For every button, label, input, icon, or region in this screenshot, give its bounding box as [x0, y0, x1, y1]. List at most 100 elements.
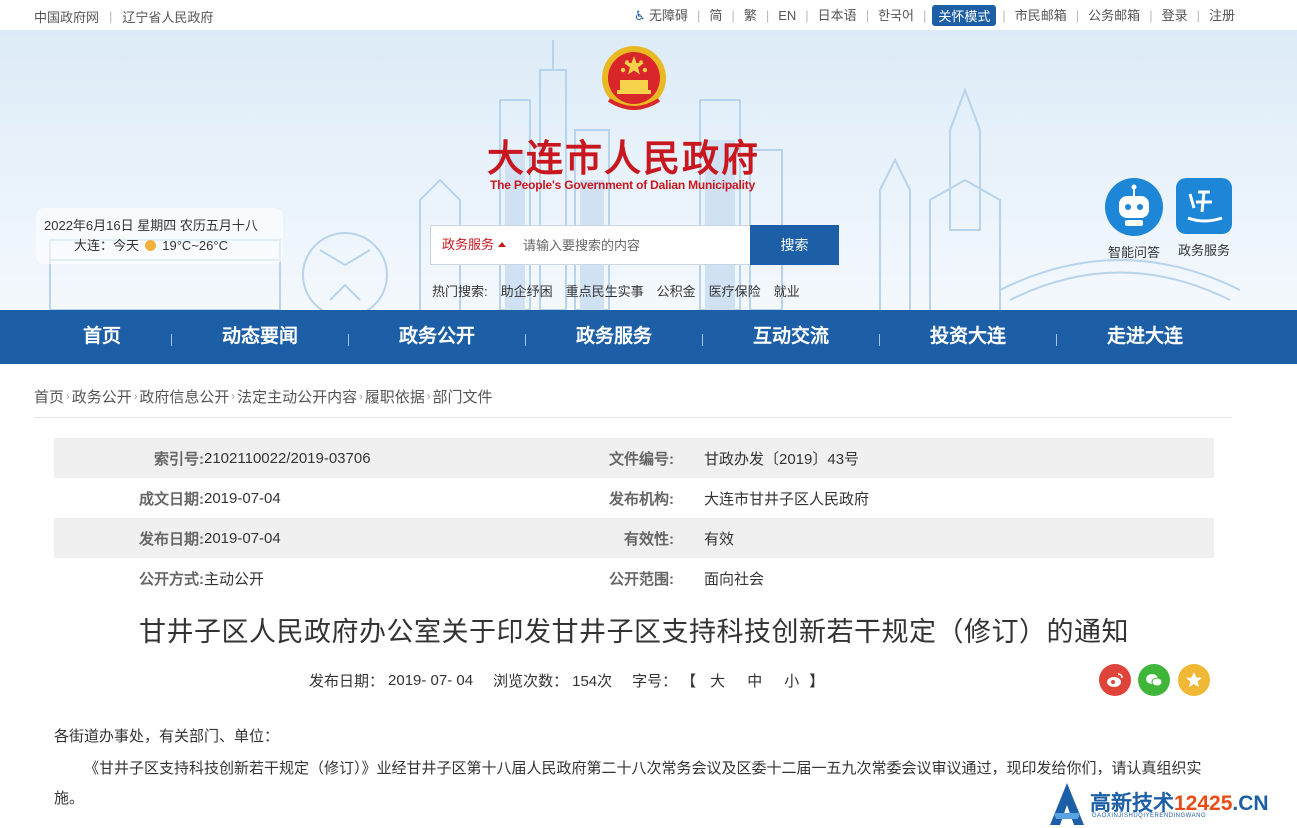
document-meta-table: 索引号: 2102110022/2019-03706 文件编号: 甘政办发〔20…	[54, 438, 1214, 598]
smart-qa-link[interactable]: 智能问答	[1101, 178, 1167, 261]
simplified-chinese-link[interactable]: 简	[700, 7, 731, 25]
nav-divider	[525, 334, 526, 346]
link-liaoning-gov[interactable]: 辽宁省人民政府	[112, 7, 223, 26]
issuer: 大连市甘井子区人民政府	[704, 490, 870, 508]
site-subtitle: The People's Government of Dalian Munici…	[490, 178, 756, 192]
nav-divider	[879, 334, 880, 346]
breadcrumb-item[interactable]: 政府信息公开	[139, 386, 229, 407]
gov-service-link[interactable]: 政务服务	[1171, 178, 1237, 259]
main-nav: 首页 动态要闻 政务公开 政务服务 互动交流 投资大连 走进大连	[0, 310, 1297, 364]
salutation: 各街道办事处，有关部门、单位：	[54, 728, 280, 745]
meta-row: 发布日期: 2019-07-04 有效性: 有效	[54, 518, 1214, 558]
traditional-chinese-link[interactable]: 繁	[735, 7, 766, 25]
login-link[interactable]: 登录	[1153, 7, 1197, 25]
open-method: 主动公开	[204, 570, 265, 588]
japanese-link[interactable]: 日本语	[809, 7, 866, 25]
views-label: 浏览次数：	[493, 673, 569, 690]
search-category-label: 政务服务	[441, 237, 494, 252]
gov-service-label: 政务服务	[1177, 243, 1230, 258]
nav-gov-affairs-open[interactable]: 政务公开	[377, 310, 497, 364]
watermark-logo-icon	[1050, 783, 1084, 825]
accessibility-link[interactable]: ♿ 无障碍	[625, 7, 697, 25]
nav-invest[interactable]: 投资大连	[908, 310, 1028, 364]
publish-date: 2019-07-04	[204, 529, 281, 547]
hot-search-label: 热门搜索:	[432, 284, 488, 299]
star-icon	[1186, 672, 1202, 687]
watermark-text-orange: 12425	[1174, 792, 1233, 815]
validity: 有效	[704, 530, 735, 548]
weibo-share-button[interactable]	[1099, 664, 1131, 696]
body-paragraph: 《甘井子区支持科技创新若干规定（修订）》业经甘井子区第十八届人民政府第二十八次常…	[54, 760, 1202, 807]
nav-divider	[702, 334, 703, 346]
bracket: 】	[809, 673, 825, 690]
open-scope: 面向社会	[704, 570, 765, 588]
weibo-icon	[1107, 673, 1123, 687]
written-date: 2019-07-04	[204, 489, 281, 507]
nav-home[interactable]: 首页	[62, 310, 142, 364]
breadcrumb: 首页 › 政务公开 › 政府信息公开 › 法定主动公开内容 › 履职依据 › 部门文件	[34, 386, 492, 407]
watermark-subtext: GAOXINJISHUQIYERENDINGWANG	[1092, 813, 1207, 819]
favorite-button[interactable]	[1178, 664, 1210, 696]
nav-divider	[348, 334, 349, 346]
chevron-right-icon: ›	[133, 390, 138, 403]
divider	[34, 417, 1232, 418]
hot-term[interactable]: 助企纾困	[501, 281, 553, 300]
gov-service-app-icon	[1176, 178, 1232, 234]
chevron-right-icon: ›	[231, 390, 236, 403]
search-input[interactable]	[523, 226, 751, 264]
font-small-button[interactable]: 小	[784, 670, 799, 691]
document-info: 发布日期： 2019- 07- 04 浏览次数： 154次 字号： 【 大 中 …	[309, 670, 828, 691]
wechat-share-button[interactable]	[1138, 664, 1170, 696]
nav-interaction[interactable]: 互动交流	[731, 310, 851, 364]
search-button[interactable]: 搜索	[750, 225, 839, 265]
register-link[interactable]: 注册	[1200, 7, 1235, 25]
meta-row: 成文日期: 2019-07-04 发布机构: 大连市甘井子区人民政府	[54, 478, 1214, 518]
link-china-gov[interactable]: 中国政府网	[34, 7, 109, 26]
font-large-button[interactable]: 大	[710, 670, 725, 691]
info-date-label: 发布日期：	[309, 673, 385, 690]
bracket: 【	[681, 673, 697, 690]
top-bar: 中国政府网 | 辽宁省人民政府 ♿ 无障碍 | 简 | 繁 | EN | 日本语 …	[0, 0, 1297, 30]
breadcrumb-item[interactable]: 履职依据	[365, 386, 425, 407]
views-count: 154次	[572, 673, 613, 690]
robot-icon	[1105, 178, 1163, 236]
font-size-label: 字号：	[632, 673, 678, 690]
nav-news[interactable]: 动态要闻	[200, 310, 320, 364]
nav-divider	[171, 334, 172, 346]
breadcrumb-item[interactable]: 政务公开	[72, 386, 132, 407]
nav-about[interactable]: 走进大连	[1085, 310, 1205, 364]
hot-term[interactable]: 重点民生实事	[566, 281, 644, 300]
breadcrumb-item[interactable]: 法定主动公开内容	[237, 386, 357, 407]
search-bar: 政务服务 搜索	[430, 225, 839, 265]
citizen-mail-link[interactable]: 市民邮箱	[1006, 7, 1076, 25]
hot-term[interactable]: 医疗保险	[709, 281, 761, 300]
site-watermark: 高新技术12425.CN GAOXINJISHUQIYERENDINGWANG	[1050, 777, 1297, 828]
weather-prefix: 大连：今天	[74, 238, 140, 253]
meta-row: 索引号: 2102110022/2019-03706 文件编号: 甘政办发〔20…	[54, 438, 1214, 478]
wechat-icon	[1146, 674, 1163, 687]
header-banner: 大连市人民政府 The People's Government of Dalia…	[0, 30, 1297, 310]
breadcrumb-item[interactable]: 部门文件	[432, 386, 492, 407]
korean-link[interactable]: 한국어	[869, 7, 923, 25]
care-mode-button[interactable]: 关怀模式	[932, 5, 997, 26]
hot-term[interactable]: 公积金	[657, 281, 696, 300]
gov-mail-link[interactable]: 公务邮箱	[1079, 7, 1149, 25]
meta-label: 公开范围:	[609, 570, 674, 588]
chevron-right-icon: ›	[359, 390, 363, 403]
meta-label: 有效性:	[624, 530, 674, 548]
caret-up-icon	[498, 242, 506, 247]
meta-label: 公开方式:	[139, 570, 204, 588]
font-medium-button[interactable]: 中	[747, 670, 762, 691]
weather-temperature: 19°C~26°C	[162, 238, 228, 253]
search-category-select[interactable]: 政务服务	[431, 226, 517, 264]
english-link[interactable]: EN	[769, 7, 805, 25]
hot-term[interactable]: 就业	[774, 281, 800, 300]
smart-qa-label: 智能问答	[1107, 245, 1160, 260]
nav-gov-services[interactable]: 政务服务	[554, 310, 674, 364]
breadcrumb-item[interactable]: 首页	[34, 386, 64, 407]
weather-line: 大连：今天 19°C~26°C	[44, 236, 283, 256]
sunny-icon	[144, 240, 156, 251]
national-emblem-icon	[602, 46, 666, 110]
info-date: 2019- 07- 04	[388, 672, 474, 689]
watermark-text-blue: 高新技术	[1090, 792, 1174, 815]
